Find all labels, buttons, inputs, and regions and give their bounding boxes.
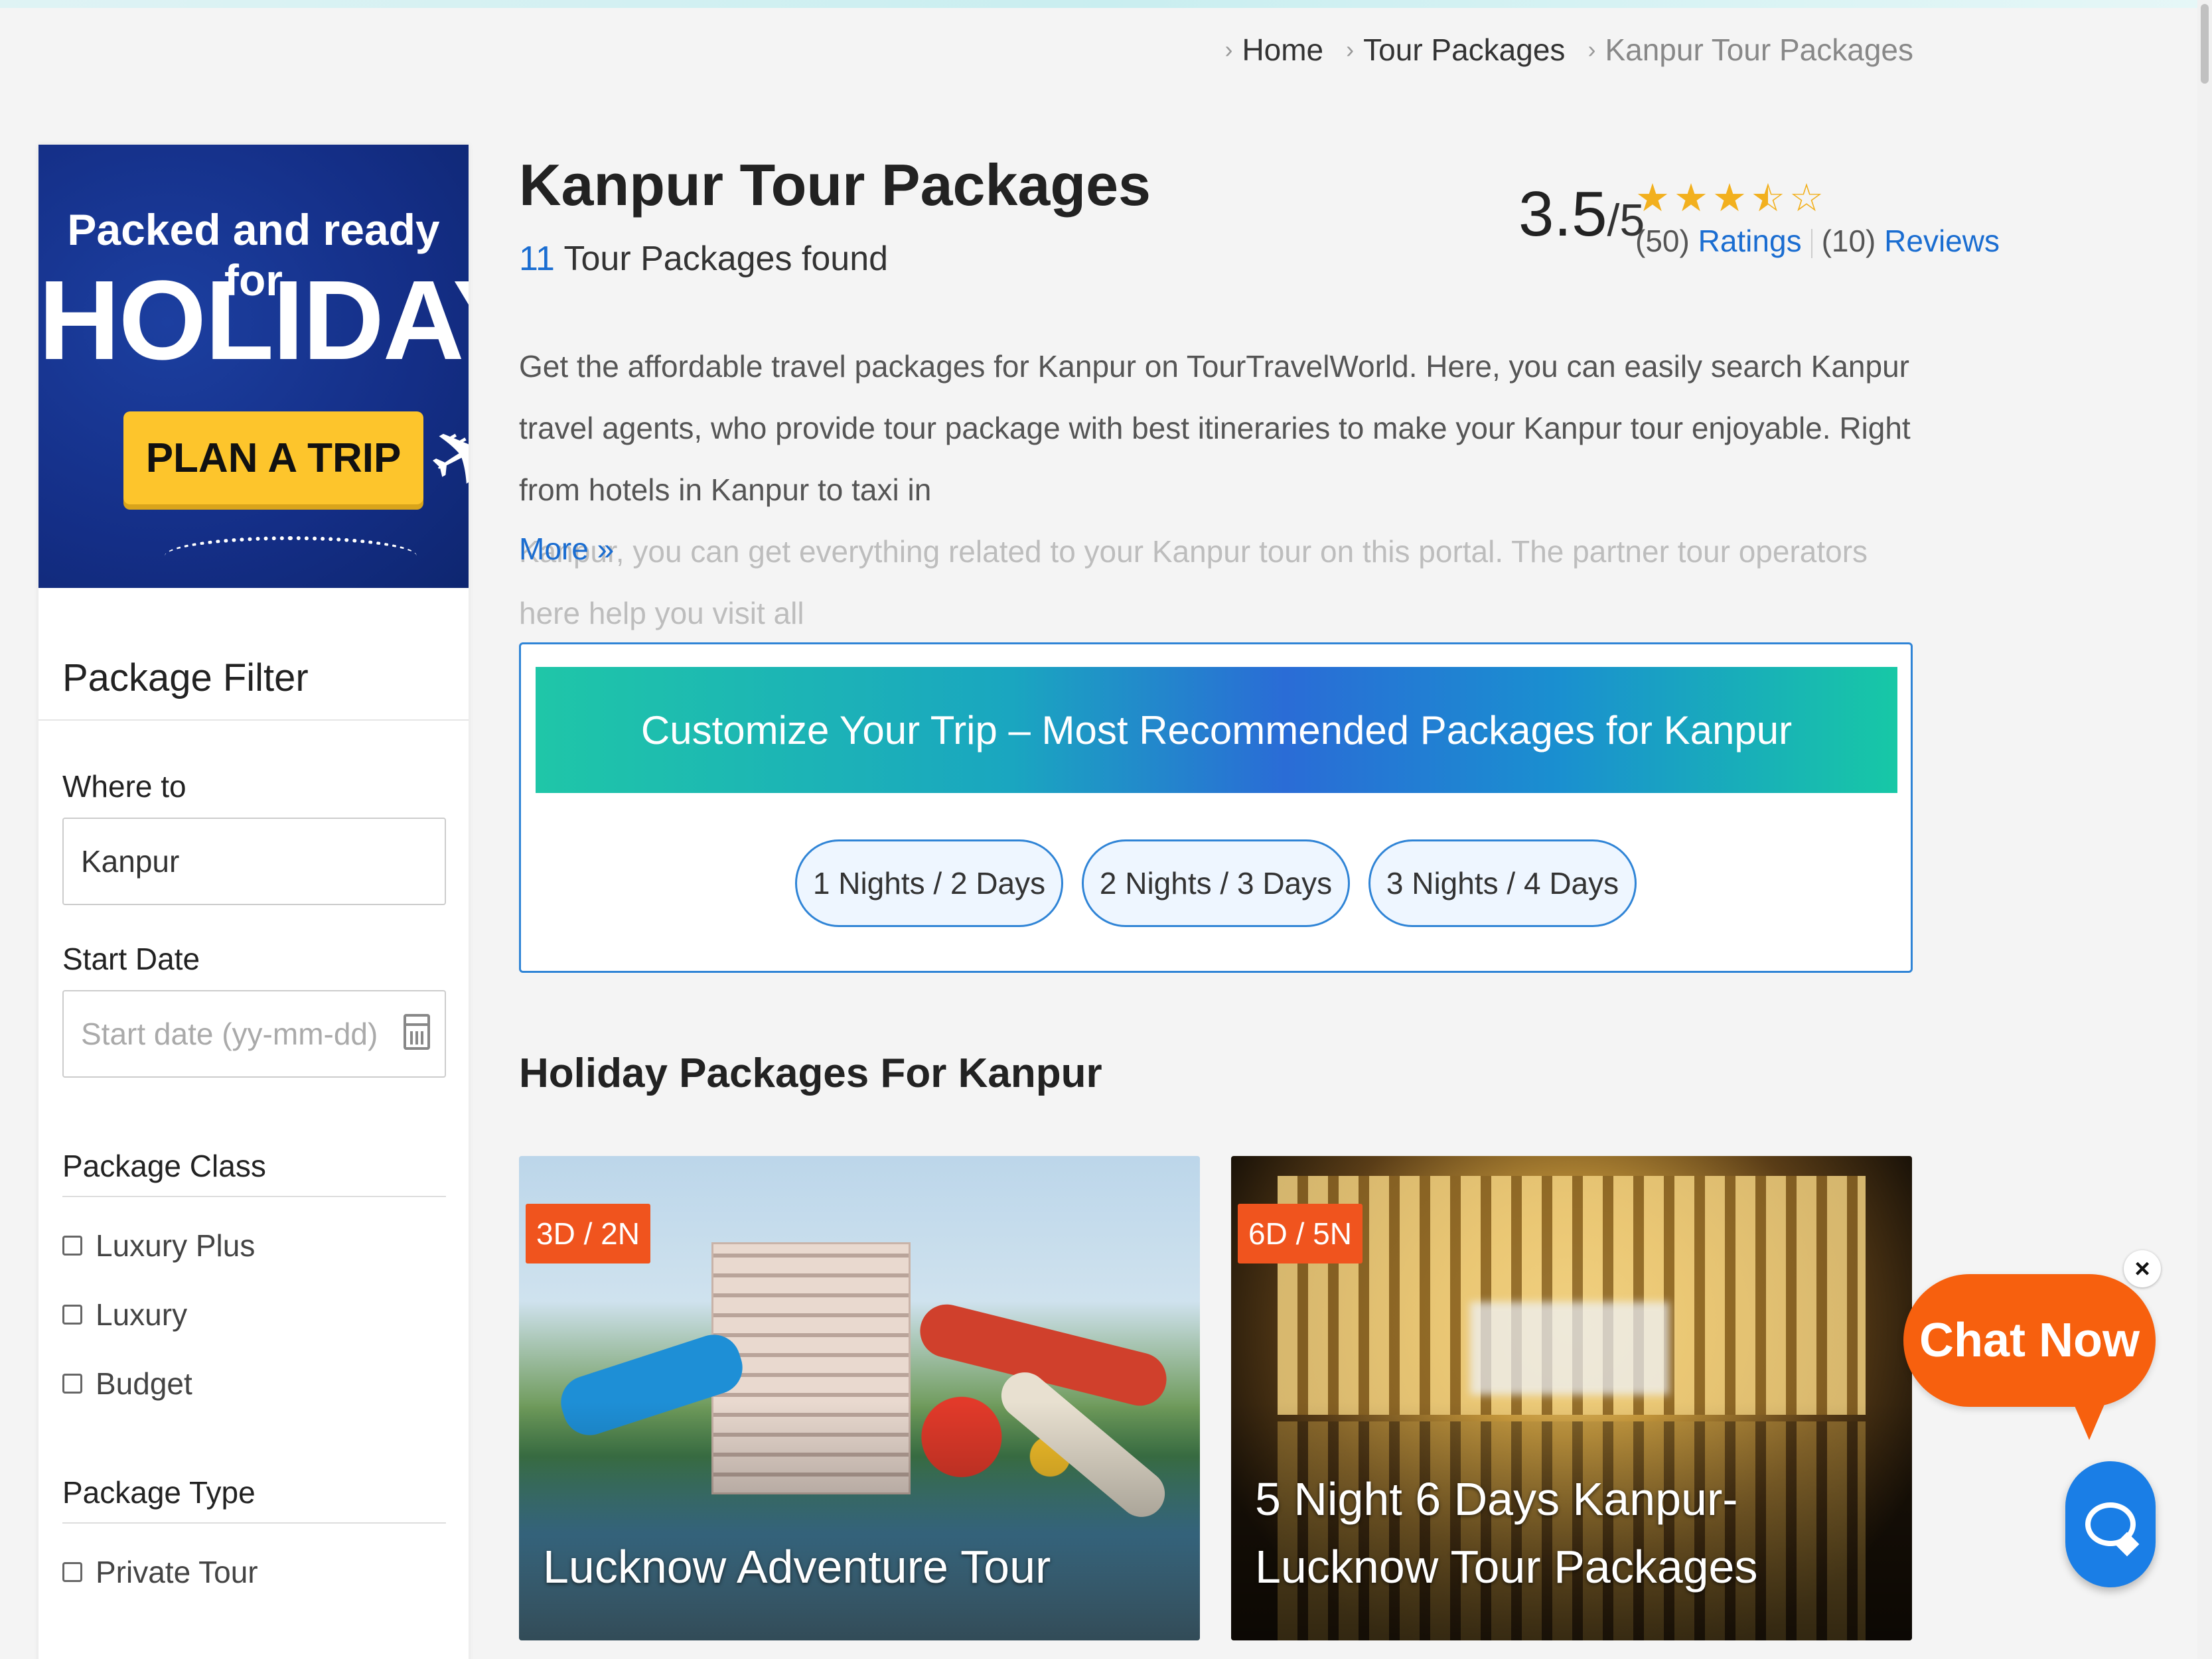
- chat-bubble-tail: [2069, 1394, 2109, 1440]
- holiday-banner[interactable]: Packed and ready for HOLIDAY? PLAN A TRI…: [38, 145, 469, 588]
- package-card[interactable]: 6D / 5N 5 Night 6 Days Kanpur- Lucknow T…: [1231, 1156, 1912, 1640]
- chat-launcher-button[interactable]: [2065, 1461, 2156, 1587]
- ratings-count: (50): [1635, 224, 1690, 258]
- checkbox[interactable]: [62, 1562, 82, 1582]
- class-option-luxury-plus[interactable]: Luxury Plus: [62, 1228, 255, 1263]
- customize-trip-box: Customize Your Trip – Most Recommended P…: [519, 642, 1913, 973]
- star-half-icon: ★☆: [1751, 177, 1785, 220]
- breadcrumb: › Home › Tour Packages › Kanpur Tour Packag…: [1224, 32, 1913, 68]
- scrollbar-thumb[interactable]: [2201, 4, 2209, 84]
- star-full-icon: ★: [1712, 177, 1747, 220]
- chevron-right-icon: ›: [1587, 36, 1596, 63]
- star-full-icon: ★: [1635, 177, 1670, 220]
- duration-options: 1 Nights / 2 Days 2 Nights / 3 Days 3 Ni…: [521, 839, 1911, 927]
- banner-line2: HOLIDAY?: [38, 257, 469, 384]
- packages-found-text: Tour Packages found: [563, 240, 889, 278]
- dotted-path-decoration: [165, 536, 417, 576]
- checkbox[interactable]: [62, 1305, 82, 1325]
- star-full-icon: ★: [1674, 177, 1708, 220]
- top-strip: [0, 0, 2212, 8]
- description: Get the affordable travel packages for K…: [519, 336, 1913, 644]
- type-option-private-tour[interactable]: Private Tour: [62, 1554, 258, 1590]
- description-text: Get the affordable travel packages for K…: [519, 349, 1911, 507]
- start-date-label: Start Date: [62, 942, 200, 976]
- close-icon[interactable]: ×: [2124, 1250, 2161, 1287]
- divider: [62, 1196, 446, 1197]
- packages-found-count: 11: [519, 240, 555, 278]
- divider: [62, 1522, 446, 1524]
- package-card[interactable]: 3D / 2N Lucknow Adventure Tour: [519, 1156, 1200, 1640]
- description-text-faded: Kanpur, you can get everything related t…: [519, 534, 1868, 630]
- page-scrollbar[interactable]: [2197, 0, 2212, 1659]
- rating-stars: ★ ★ ★ ★☆ ☆: [1635, 175, 1824, 220]
- duration-badge: 6D / 5N: [1238, 1204, 1363, 1263]
- class-option-label[interactable]: Luxury: [96, 1297, 187, 1333]
- where-to-label: Where to: [62, 769, 186, 804]
- calendar-icon[interactable]: [404, 1014, 430, 1050]
- rating-meta: (50) Ratings (10) Reviews: [1635, 223, 2000, 259]
- class-option-label[interactable]: Budget: [96, 1366, 192, 1402]
- page-title: Kanpur Tour Packages: [519, 152, 1151, 218]
- start-date-input[interactable]: Start date (yy-mm-dd): [62, 990, 446, 1078]
- customize-trip-heading: Customize Your Trip – Most Recommended P…: [536, 667, 1897, 793]
- breadcrumb-current: › Kanpur Tour Packages: [1587, 32, 1913, 68]
- package-card-title[interactable]: Lucknow Adventure Tour: [543, 1533, 1173, 1601]
- reviews-count: (10): [1821, 224, 1876, 258]
- reviews-link[interactable]: Reviews: [1884, 224, 2000, 258]
- checkbox[interactable]: [62, 1374, 82, 1394]
- rating-score: 3.5/5: [1518, 178, 1645, 251]
- holiday-packages-title: Holiday Packages For Kanpur: [519, 1050, 1102, 1096]
- rating-score-value: 3.5: [1518, 179, 1607, 250]
- checkbox[interactable]: [62, 1236, 82, 1256]
- where-to-input[interactable]: Kanpur: [62, 818, 446, 905]
- chat-icon: [2085, 1502, 2136, 1546]
- breadcrumb-home-label[interactable]: Home: [1242, 32, 1323, 68]
- chevron-right-icon: ›: [1346, 36, 1355, 63]
- breadcrumb-current-label: Kanpur Tour Packages: [1605, 33, 1913, 67]
- card-overlay: [519, 1402, 1200, 1640]
- divider: [38, 719, 469, 721]
- chevron-right-icon: ›: [1224, 36, 1233, 63]
- type-option-label[interactable]: Private Tour: [96, 1554, 258, 1590]
- package-type-title: Package Type: [62, 1475, 256, 1510]
- duration-badge: 3D / 2N: [526, 1204, 650, 1263]
- package-card-title[interactable]: 5 Night 6 Days Kanpur- Lucknow Tour Pack…: [1255, 1465, 1885, 1601]
- duration-option-2n3d[interactable]: 2 Nights / 3 Days: [1082, 839, 1350, 927]
- duration-option-3n4d[interactable]: 3 Nights / 4 Days: [1368, 839, 1637, 927]
- star-empty-icon: ☆: [1789, 177, 1824, 220]
- ratings-link[interactable]: Ratings: [1698, 224, 1802, 258]
- breadcrumb-home[interactable]: › Home: [1224, 32, 1323, 68]
- class-option-luxury[interactable]: Luxury: [62, 1297, 187, 1333]
- package-class-title: Package Class: [62, 1149, 266, 1183]
- duration-option-1n2d[interactable]: 1 Nights / 2 Days: [795, 839, 1063, 927]
- class-option-budget[interactable]: Budget: [62, 1366, 192, 1402]
- breadcrumb-tour-packages[interactable]: › Tour Packages: [1346, 32, 1565, 68]
- package-filter-title: Package Filter: [62, 656, 309, 699]
- card-image-light: [1470, 1302, 1669, 1395]
- sidebar: Packed and ready for HOLIDAY? PLAN A TRI…: [38, 145, 469, 1659]
- start-date-placeholder: Start date (yy-mm-dd): [81, 1017, 378, 1051]
- more-link[interactable]: More »: [519, 531, 614, 567]
- divider: [1810, 228, 1812, 258]
- chat-now-bubble[interactable]: Chat Now: [1903, 1274, 2156, 1407]
- plan-a-trip-button[interactable]: PLAN A TRIP: [123, 411, 423, 504]
- class-option-label[interactable]: Luxury Plus: [96, 1228, 255, 1263]
- breadcrumb-tour-packages-label[interactable]: Tour Packages: [1363, 32, 1565, 68]
- packages-found: 11 Tour Packages found: [519, 239, 888, 279]
